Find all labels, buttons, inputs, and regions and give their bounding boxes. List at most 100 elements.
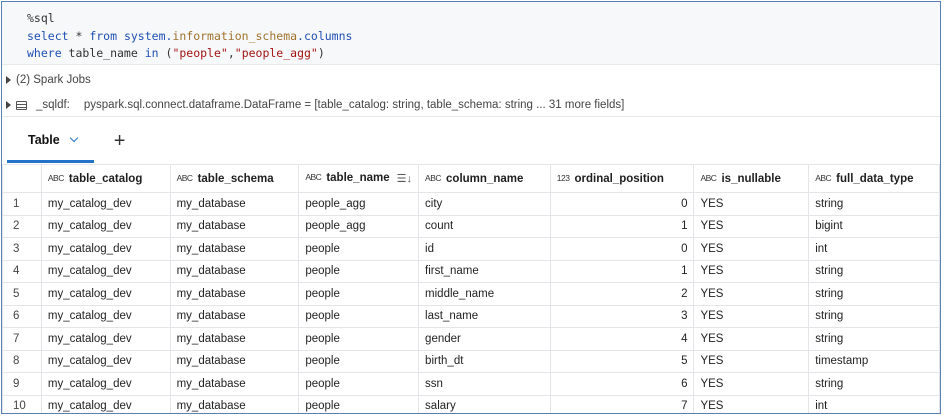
column-header-is-nullable[interactable]: ABC is_nullable: [693, 164, 810, 193]
table-cell[interactable]: salary: [418, 394, 551, 413]
table-row[interactable]: 1 my_catalog_dev my_database people_agg city…: [2, 192, 940, 216]
sql-code-editor[interactable]: %sql select * from system.information_sc…: [2, 2, 940, 65]
table-cell[interactable]: people: [298, 237, 420, 261]
table-cell[interactable]: people: [298, 304, 420, 328]
table-cell[interactable]: my_catalog_dev: [40, 327, 171, 351]
table-cell[interactable]: people: [298, 349, 420, 373]
table-cell[interactable]: count: [418, 214, 551, 238]
table-cell[interactable]: YES: [693, 259, 810, 283]
table-row[interactable]: 8 my_catalog_dev my_database people birth_dt…: [2, 349, 940, 373]
table-cell[interactable]: 7: [549, 394, 695, 413]
table-cell[interactable]: 1: [549, 259, 695, 283]
column-header-table-catalog[interactable]: ABC table_catalog: [40, 164, 171, 193]
table-cell[interactable]: my_catalog_dev: [40, 394, 171, 413]
table-cell[interactable]: 4: [549, 327, 695, 351]
table-cell[interactable]: timestamp: [808, 349, 940, 373]
table-cell[interactable]: YES: [693, 304, 810, 328]
table-cell[interactable]: string: [808, 282, 940, 306]
table-cell[interactable]: string: [808, 304, 940, 328]
sort-icon[interactable]: ☰↓: [397, 172, 412, 185]
column-header-full-data-type[interactable]: ABC full_data_type: [808, 164, 940, 193]
column-header-table-name[interactable]: ABC table_name ☰↓: [298, 164, 420, 193]
table-cell[interactable]: my_catalog_dev: [40, 282, 171, 306]
table-cell[interactable]: bigint: [808, 214, 940, 238]
column-header-column-name[interactable]: ABC column_name: [418, 164, 551, 193]
table-cell[interactable]: 1: [549, 214, 695, 238]
code-token: ): [317, 46, 325, 60]
table-cell[interactable]: 2: [549, 282, 695, 306]
table-row[interactable]: 4 my_catalog_dev my_database people first_na…: [2, 259, 940, 283]
table-cell[interactable]: middle_name: [418, 282, 551, 306]
table-row[interactable]: 6 my_catalog_dev my_database people last_nam…: [2, 304, 940, 328]
table-cell[interactable]: my_database: [169, 259, 300, 283]
table-cell[interactable]: my_catalog_dev: [40, 349, 171, 373]
table-cell[interactable]: 5: [549, 349, 695, 373]
table-cell[interactable]: people_agg: [298, 192, 420, 216]
table-cell[interactable]: my_catalog_dev: [40, 192, 171, 216]
table-cell[interactable]: people: [298, 394, 420, 413]
spark-jobs-toggle[interactable]: (2) Spark Jobs: [2, 69, 940, 91]
table-cell[interactable]: string: [808, 192, 940, 216]
table-cell[interactable]: people: [298, 327, 420, 351]
table-cell[interactable]: YES: [693, 349, 810, 373]
table-cell[interactable]: 0: [549, 192, 695, 216]
table-cell[interactable]: 3: [549, 304, 695, 328]
table-row[interactable]: 3 my_catalog_dev my_database people id 0 YES in…: [2, 237, 940, 261]
table-cell[interactable]: my_database: [169, 237, 300, 261]
column-header-label: table_name: [326, 172, 390, 184]
table-cell[interactable]: my_database: [169, 304, 300, 328]
table-cell[interactable]: YES: [693, 214, 810, 238]
column-header-label: is_nullable: [721, 172, 781, 185]
keyword-select: select: [27, 28, 69, 43]
table-cell[interactable]: my_database: [169, 394, 300, 413]
table-row[interactable]: 9 my_catalog_dev my_database people ssn 6 YES s…: [2, 372, 940, 396]
table-cell[interactable]: YES: [693, 372, 810, 396]
table-cell[interactable]: my_database: [169, 214, 300, 238]
table-cell[interactable]: YES: [693, 327, 810, 351]
table-cell[interactable]: people_agg: [298, 214, 420, 238]
table-cell[interactable]: ssn: [418, 372, 551, 396]
table-row[interactable]: 5 my_catalog_dev my_database people middle_n…: [2, 282, 940, 306]
table-cell[interactable]: YES: [693, 282, 810, 306]
table-cell[interactable]: my_catalog_dev: [40, 237, 171, 261]
table-cell[interactable]: my_catalog_dev: [40, 259, 171, 283]
table-cell[interactable]: last_name: [418, 304, 551, 328]
table-cell[interactable]: int: [808, 237, 940, 261]
table-row[interactable]: 2 my_catalog_dev my_database people_agg coun…: [2, 214, 940, 238]
tab-table[interactable]: Table: [7, 120, 94, 163]
table-row[interactable]: 10 my_catalog_dev my_database people salary 7…: [2, 394, 940, 413]
add-visualization-button[interactable]: +: [106, 120, 134, 163]
table-cell[interactable]: 0: [549, 237, 695, 261]
table-cell[interactable]: string: [808, 372, 940, 396]
table-cell[interactable]: YES: [693, 192, 810, 216]
chevron-down-icon[interactable]: [69, 133, 78, 143]
table-cell[interactable]: people: [298, 372, 420, 396]
table-cell[interactable]: string: [808, 259, 940, 283]
table-cell[interactable]: my_database: [169, 372, 300, 396]
table-cell[interactable]: gender: [418, 327, 551, 351]
table-cell[interactable]: my_database: [169, 192, 300, 216]
table-cell[interactable]: my_database: [169, 282, 300, 306]
dataframe-name: _sqldf:: [36, 99, 70, 111]
table-cell[interactable]: my_catalog_dev: [40, 214, 171, 238]
dataframe-summary[interactable]: _sqldf: pyspark.sql.connect.dataframe.Da…: [2, 94, 940, 117]
table-cell[interactable]: my_catalog_dev: [40, 372, 171, 396]
table-cell[interactable]: string: [808, 327, 940, 351]
table-cell[interactable]: people: [298, 259, 420, 283]
table-cell[interactable]: 6: [549, 372, 695, 396]
table-cell[interactable]: YES: [693, 394, 810, 413]
table-cell[interactable]: id: [418, 237, 551, 261]
table-row[interactable]: 7 my_catalog_dev my_database people gender 4 Y…: [2, 327, 940, 351]
table-cell[interactable]: people: [298, 282, 420, 306]
table-cell[interactable]: my_catalog_dev: [40, 304, 171, 328]
column-header-table-schema[interactable]: ABC table_schema: [169, 164, 300, 193]
table-cell[interactable]: my_database: [169, 349, 300, 373]
table-cell[interactable]: city: [418, 192, 551, 216]
table-cell[interactable]: birth_dt: [418, 349, 551, 373]
table-cell[interactable]: YES: [693, 237, 810, 261]
table-cell[interactable]: int: [808, 394, 940, 413]
table-cell[interactable]: first_name: [418, 259, 551, 283]
table-cell[interactable]: my_database: [169, 327, 300, 351]
column-header-ordinal-position[interactable]: 123 ordinal_position: [549, 164, 695, 193]
row-number: 3: [2, 237, 42, 261]
